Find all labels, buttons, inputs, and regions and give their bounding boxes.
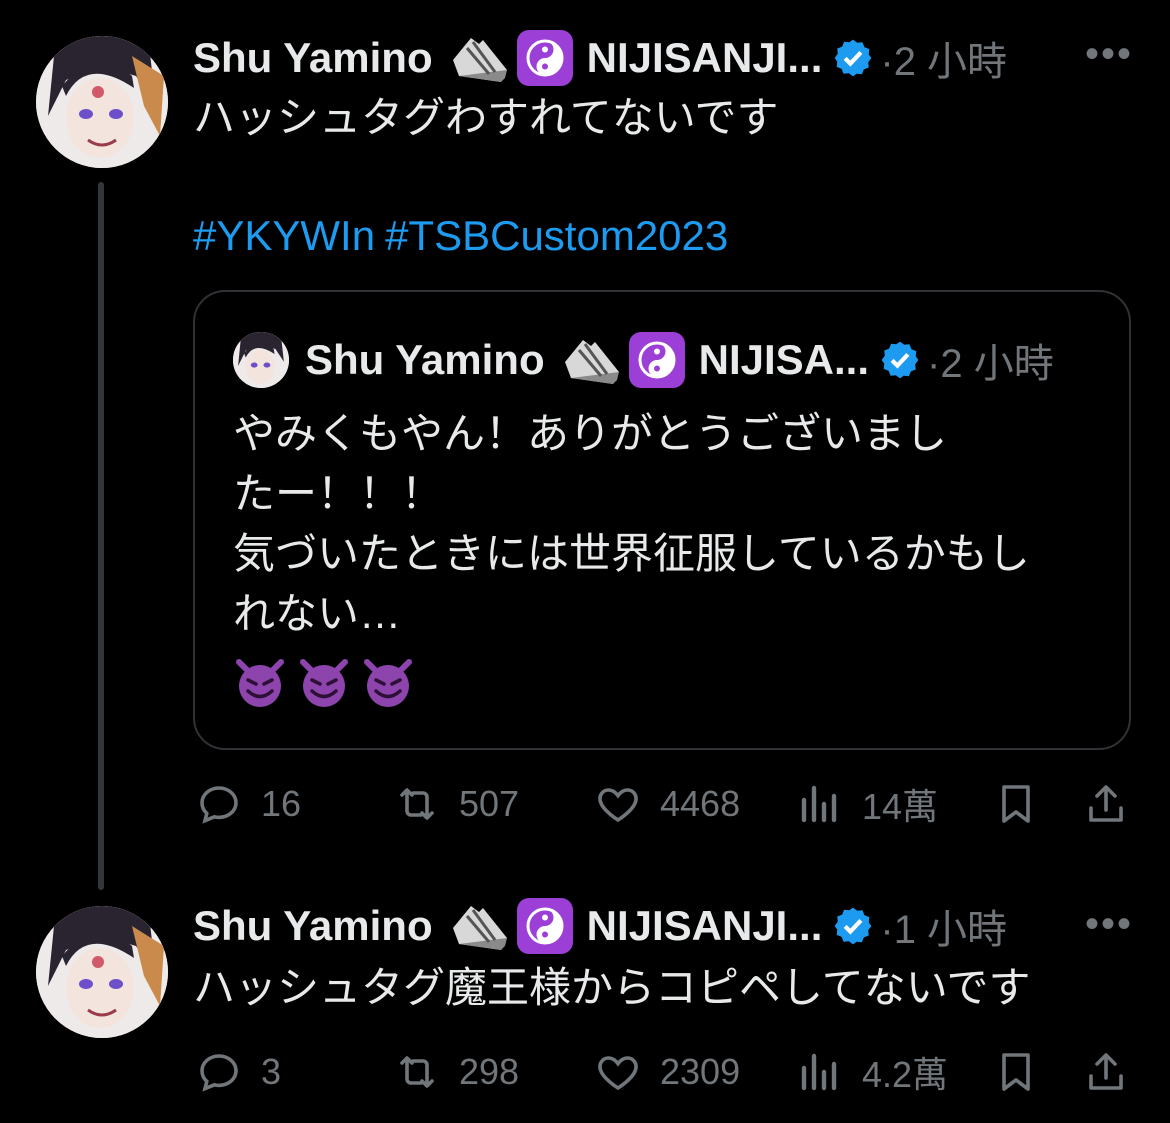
smiling-devil-emoji [300, 659, 348, 707]
views-count: 4.2萬 [862, 1054, 949, 1095]
yin-yang-emoji [516, 30, 573, 86]
reply-icon [200, 1054, 238, 1092]
bookmark-icon [1002, 1053, 1030, 1091]
like-icon [598, 788, 638, 823]
retweet-count: 298 [459, 1051, 520, 1092]
bookmark-icon [1002, 785, 1030, 823]
timestamp[interactable]: ·1 小時 [880, 897, 1007, 955]
bookmark-button[interactable] [992, 780, 1040, 828]
reply-icon [200, 786, 238, 824]
share-icon [1089, 1053, 1123, 1090]
views-icon [801, 785, 837, 823]
yin-yang-emoji [628, 332, 685, 388]
like-icon [598, 1056, 638, 1091]
smiling-devil-emoji [364, 659, 412, 707]
share-button[interactable] [1082, 1048, 1130, 1096]
shoe-emoji [561, 332, 621, 388]
quote-avatar [233, 332, 289, 388]
verified-badge-icon [835, 39, 872, 77]
shoe-emoji [449, 898, 509, 954]
quote-text: やみくもやん！ありがとうございまし たー！！！ 気づいたときには世界征服している… [233, 410, 1030, 637]
reply-count: 3 [261, 1051, 282, 1092]
quoted-tweet[interactable]: Shu Yamino NIJISA... ·2 小時 やみくもやん！ありがとうご… [193, 290, 1131, 750]
display-name[interactable]: Shu Yamino [193, 902, 433, 950]
account-handle[interactable]: NIJISANJI... [587, 34, 823, 82]
views-count: 14萬 [862, 786, 939, 827]
hashtag-link[interactable]: #TSBCustom2023 [385, 212, 728, 259]
devil-emoji-row [233, 656, 415, 710]
tweet-text: ハッシュタグわすれてないです [193, 94, 779, 141]
quote-display-name: Shu Yamino [305, 336, 545, 383]
avatar[interactable] [36, 906, 168, 1038]
retweet-button[interactable]: 507 [393, 780, 519, 828]
avatar[interactable] [36, 36, 168, 168]
account-handle[interactable]: NIJISANJI... [587, 902, 823, 950]
tweet-text: ハッシュタグ魔王様からコピペしてないです [193, 964, 1031, 1011]
bookmark-button[interactable] [992, 1048, 1040, 1096]
verified-badge-icon [835, 907, 872, 945]
hashtag-link[interactable]: #YKYWIn [193, 212, 375, 259]
more-icon[interactable]: ••• [1085, 32, 1133, 77]
views-button[interactable]: 4.2萬 [796, 1046, 948, 1098]
reply-button[interactable]: 16 [195, 780, 301, 828]
smiling-devil-emoji [236, 659, 284, 707]
retweet-button[interactable]: 298 [393, 1048, 519, 1096]
quote-timestamp: ·2 小時 [927, 342, 1054, 386]
retweet-icon [400, 788, 434, 820]
retweet-count: 507 [459, 783, 520, 824]
retweet-icon [400, 1056, 434, 1088]
more-icon[interactable]: ••• [1085, 902, 1133, 947]
display-name[interactable]: Shu Yamino [193, 34, 433, 82]
reply-count: 16 [261, 783, 302, 824]
share-icon [1089, 785, 1123, 822]
like-button[interactable]: 4468 [594, 780, 740, 828]
like-count: 2309 [660, 1051, 741, 1092]
timestamp[interactable]: ·2 小時 [880, 29, 1007, 87]
like-count: 4468 [660, 783, 741, 824]
hashtag-list: #YKYWIn #TSBCustom2023 [193, 212, 738, 260]
views-button[interactable]: 14萬 [796, 778, 938, 830]
reply-button[interactable]: 3 [195, 1048, 281, 1096]
quote-handle: NIJISA... [698, 336, 870, 383]
share-button[interactable] [1082, 780, 1130, 828]
tweet-header: Shu Yamino NIJISANJI... ·2 小時 [193, 30, 1007, 86]
tweet-actions: 3 298 2309 4.2萬 [0, 1044, 1170, 1100]
verified-badge-icon [881, 341, 919, 379]
views-icon [801, 1053, 837, 1091]
like-button[interactable]: 2309 [594, 1048, 740, 1096]
shoe-emoji [449, 30, 509, 86]
quote-header: Shu Yamino NIJISA... ·2 小時 [305, 330, 1054, 390]
tweet-actions: 16 507 4468 14萬 [0, 776, 1170, 832]
yin-yang-emoji [516, 898, 573, 954]
tweet-header: Shu Yamino NIJISANJI... ·1 小時 [193, 898, 1007, 954]
